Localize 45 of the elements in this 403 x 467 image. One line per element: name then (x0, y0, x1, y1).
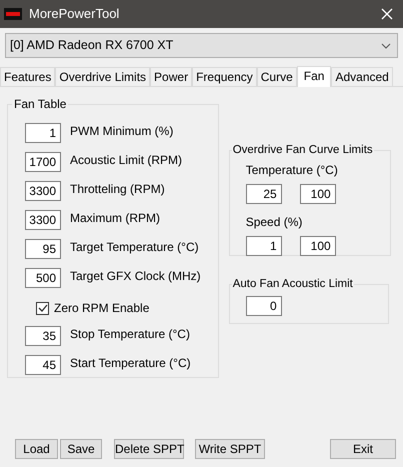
field-label: Stop Temperature (°C) (70, 326, 190, 343)
number-field[interactable]: 500 (25, 268, 61, 288)
field-label: Maximum (RPM) (70, 210, 160, 227)
field-label: Speed (%) (246, 214, 304, 232)
field-label: PWM Minimum (%) (70, 123, 174, 140)
app-logo-icon (4, 8, 22, 20)
chevron-down-icon (381, 42, 391, 48)
field-label: Throtteling (RPM) (70, 181, 165, 198)
group-title: Overdrive Fan Curve Limits (232, 143, 374, 158)
tab[interactable]: Overdrive Limits (55, 67, 150, 86)
number-field[interactable]: 35 (25, 326, 61, 346)
action-button[interactable]: Save (60, 439, 102, 459)
number-field[interactable]: 3300 (25, 210, 61, 230)
field-label: Target GFX Clock (MHz) (70, 268, 201, 285)
number-field[interactable]: 1 (246, 236, 282, 256)
tab[interactable]: Advanced (331, 67, 393, 86)
checkbox[interactable] (36, 302, 49, 314)
number-field[interactable]: 3300 (25, 181, 61, 201)
number-field[interactable]: 1 (25, 123, 61, 143)
tab[interactable]: Frequency (192, 67, 257, 86)
action-button[interactable]: Load (15, 439, 58, 459)
field-label: Temperature (°C) (246, 162, 339, 180)
field-label: Acoustic Limit (RPM) (70, 152, 182, 169)
tab[interactable]: Power (150, 67, 192, 86)
number-field[interactable]: 100 (300, 184, 336, 204)
tab[interactable]: Features (0, 67, 56, 86)
group-title: Fan Table (13, 96, 68, 113)
field-label: Start Temperature (°C) (70, 355, 191, 372)
action-button[interactable]: Exit (330, 439, 396, 459)
window-title: MorePowerTool (29, 5, 120, 24)
group-title: Auto Fan Acoustic Limit (232, 277, 354, 292)
tab[interactable]: Fan (296, 66, 332, 87)
number-field[interactable]: 45 (25, 355, 61, 375)
action-button[interactable]: Delete SPPT (114, 439, 184, 459)
device-dropdown[interactable]: [0] AMD Radeon RX 6700 XT (5, 33, 398, 58)
action-button[interactable]: Write SPPT (195, 439, 265, 459)
number-field[interactable]: 25 (246, 184, 282, 204)
number-field[interactable]: 100 (300, 236, 336, 256)
checkbox-label: Zero RPM Enable (54, 300, 150, 317)
number-field[interactable]: 0 (246, 296, 282, 316)
number-field[interactable]: 1700 (25, 152, 61, 172)
close-icon[interactable] (381, 8, 393, 20)
tab[interactable]: Curve (256, 67, 297, 86)
number-field[interactable]: 95 (25, 239, 61, 259)
field-label: Target Temperature (°C) (70, 239, 199, 256)
